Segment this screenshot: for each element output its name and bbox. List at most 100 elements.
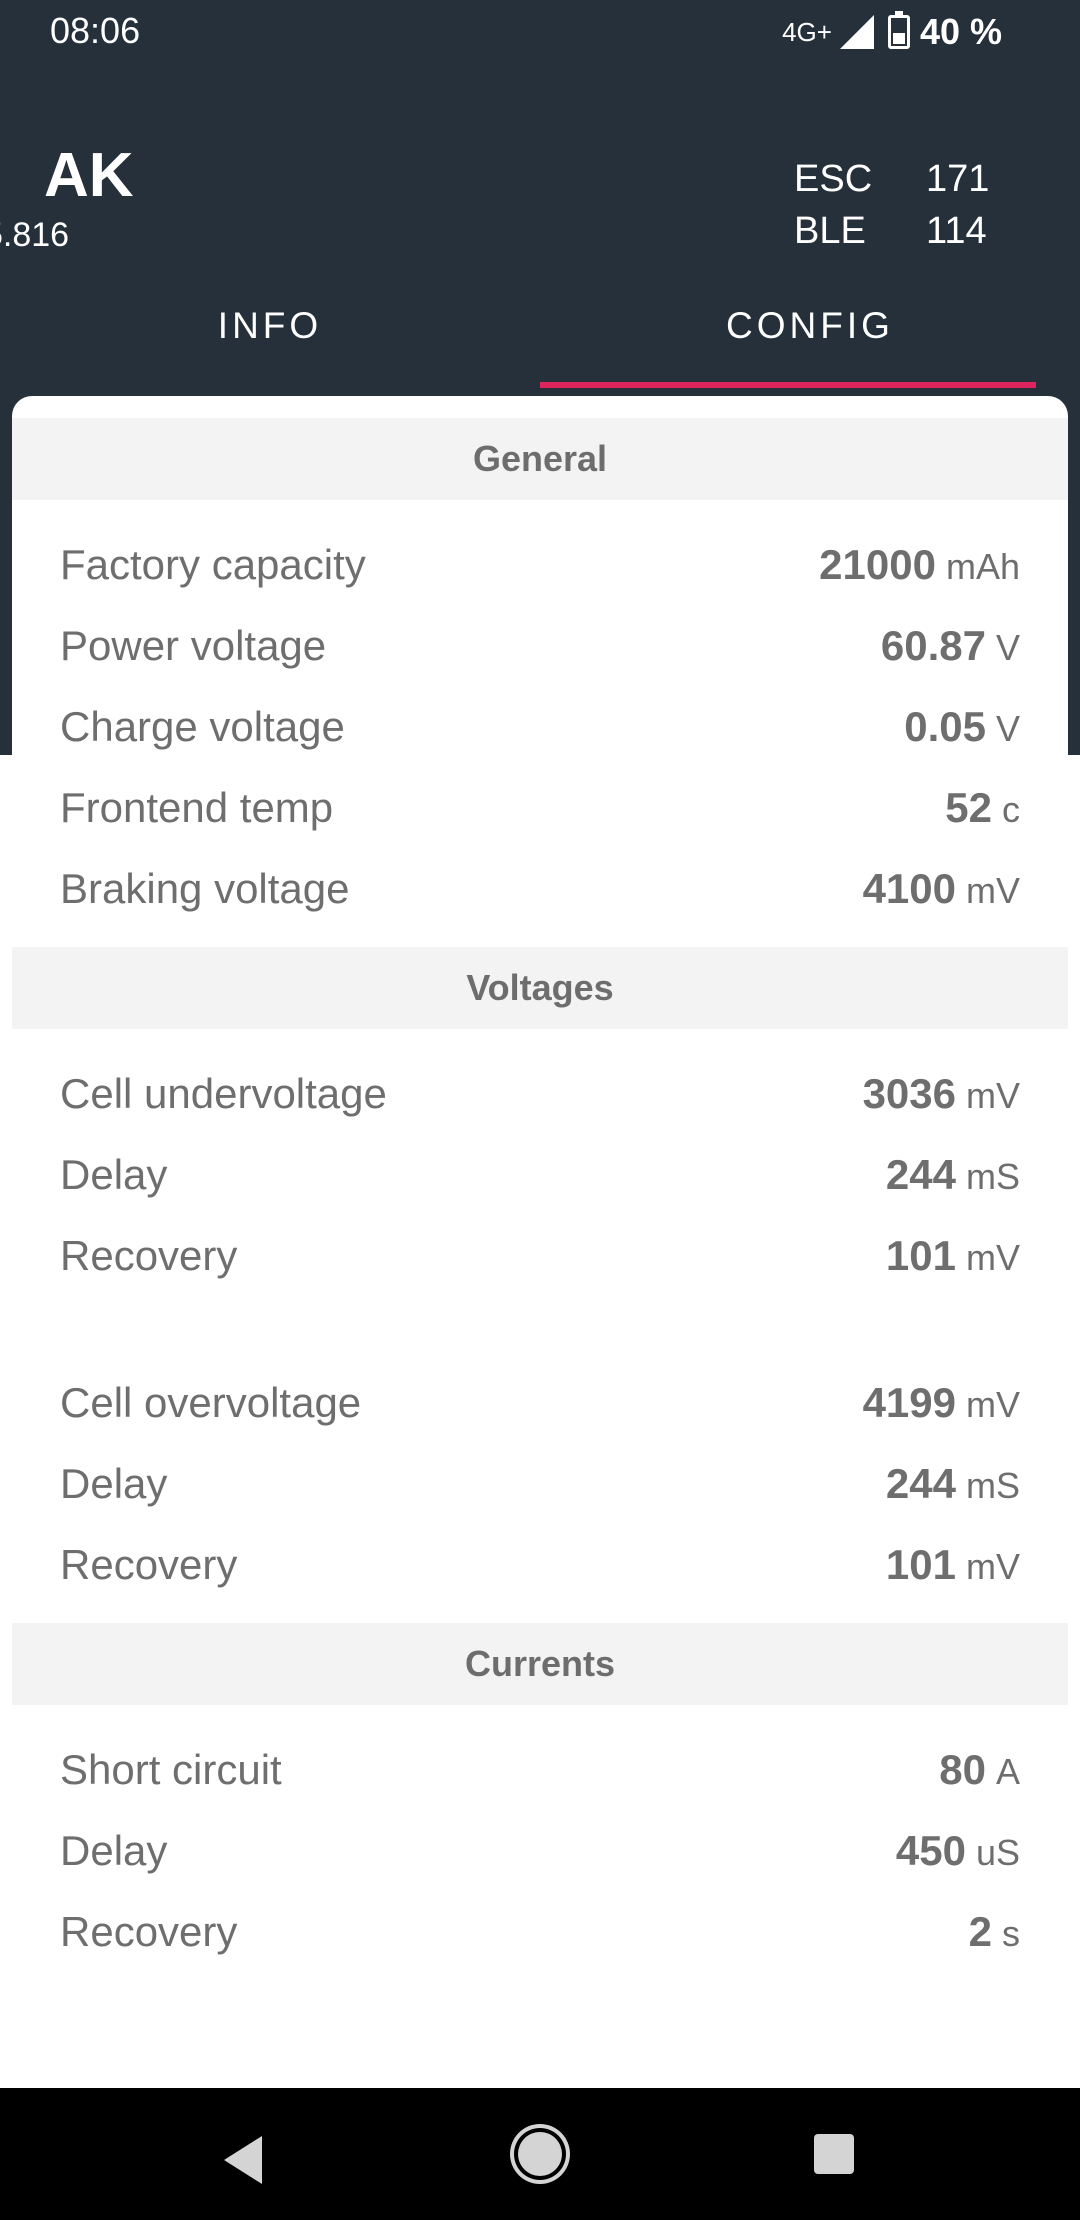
row-factory-capacity: Factory capacity 21000 mAh xyxy=(12,524,1068,605)
voltages-rows: Cell undervoltage 3036 mV Delay 244 mS Rec… xyxy=(12,1029,1068,1623)
network-type: 4G+ xyxy=(782,16,832,47)
value-number: 0.05 xyxy=(904,702,986,750)
esc-label: ESC xyxy=(794,158,873,200)
value-unit: mV xyxy=(966,1383,1020,1425)
battery-percent: 40 % xyxy=(919,11,1002,52)
value-unit: mS xyxy=(966,1155,1020,1197)
value-number: 3036 xyxy=(862,1069,956,1117)
row-value: 80 A xyxy=(939,1746,1020,1794)
row-value: 450 uS xyxy=(896,1827,1020,1875)
row-label: Cell overvoltage xyxy=(60,1378,362,1426)
row-cell-undervoltage: Cell undervoltage 3036 mV xyxy=(12,1053,1068,1134)
section-header-general: General xyxy=(12,418,1068,500)
value-number: 244 xyxy=(885,1150,956,1198)
row-label: Delay xyxy=(60,1150,168,1198)
value-unit: mS xyxy=(966,1464,1020,1506)
value-number: 4199 xyxy=(862,1378,956,1426)
ble-value: 114 xyxy=(926,210,987,252)
row-label: Delay xyxy=(60,1459,168,1507)
row-short-circuit-delay: Delay 450 uS xyxy=(12,1810,1068,1891)
row-label: Short circuit xyxy=(60,1745,282,1793)
recents-icon[interactable] xyxy=(814,2134,854,2174)
system-nav-bar xyxy=(0,2088,1080,2220)
row-value: 101 mV xyxy=(886,1541,1020,1589)
row-label: Factory capacity xyxy=(60,540,366,588)
value-number: 101 xyxy=(885,1231,956,1279)
value-unit: V xyxy=(995,707,1020,749)
ble-version: BLE 114 xyxy=(794,210,987,253)
row-value: 21000 mAh xyxy=(819,541,1020,589)
ble-label: BLE xyxy=(794,210,866,252)
row-frontend-temp: Frontend temp 52 c xyxy=(12,767,1068,848)
section-header-currents: Currents xyxy=(12,1623,1068,1705)
currents-rows: Short circuit 80 A Delay 450 uS Recovery 2… xyxy=(12,1705,1068,1990)
row-value: 244 mS xyxy=(886,1151,1020,1199)
row-overvoltage-recovery: Recovery 101 mV xyxy=(12,1524,1068,1605)
status-icons: 4G+ 40 % xyxy=(782,10,1002,54)
tab-config[interactable]: CONFIG xyxy=(540,290,1080,390)
esc-value: 171 xyxy=(926,158,990,200)
value-unit: V xyxy=(995,626,1020,668)
row-cell-overvoltage: Cell overvoltage 4199 mV xyxy=(12,1362,1068,1443)
value-unit: mV xyxy=(966,869,1020,911)
value-unit: A xyxy=(995,1750,1020,1792)
row-value: 3036 mV xyxy=(863,1070,1020,1118)
value-unit: mV xyxy=(966,1074,1020,1116)
value-number: 21000 xyxy=(819,540,936,588)
row-label: Recovery xyxy=(60,1907,238,1955)
row-label: Braking voltage xyxy=(60,864,350,912)
row-braking-voltage: Braking voltage 4100 mV xyxy=(12,848,1068,929)
value-unit: mV xyxy=(966,1236,1020,1278)
value-unit: uS xyxy=(975,1831,1020,1873)
tab-info[interactable]: INFO xyxy=(0,290,540,390)
value-number: 4100 xyxy=(862,864,956,912)
signal-icon xyxy=(839,15,874,49)
row-undervoltage-delay: Delay 244 mS xyxy=(12,1134,1068,1215)
row-short-circuit-recovery: Recovery 2s xyxy=(12,1891,1068,1972)
row-label: Recovery xyxy=(60,1540,238,1588)
home-icon[interactable] xyxy=(518,2132,562,2176)
value-unit: mV xyxy=(966,1545,1020,1587)
row-power-voltage: Power voltage 60.87 V xyxy=(12,605,1068,686)
value-unit: c xyxy=(1002,788,1020,830)
value-number: 101 xyxy=(885,1540,956,1588)
status-bar: 08:06 4G+ 40 % xyxy=(0,0,1080,64)
tab-indicator xyxy=(540,382,1036,388)
value-unit: s xyxy=(1002,1912,1020,1954)
general-rows: Factory capacity 21000 mAh Power voltage … xyxy=(12,500,1068,947)
row-value: 244 mS xyxy=(886,1460,1020,1508)
value-number: 244 xyxy=(885,1459,956,1507)
value-number: 80 xyxy=(939,1745,986,1793)
config-card: General Factory capacity 21000 mAh Power … xyxy=(12,396,1068,2088)
row-undervoltage-recovery: Recovery 101 mV xyxy=(12,1215,1068,1296)
tab-bar: INFO CONFIG xyxy=(0,290,1080,390)
device-name: AK xyxy=(44,141,134,210)
row-label: Frontend temp xyxy=(60,783,334,831)
row-label: Charge voltage xyxy=(60,702,345,750)
row-short-circuit: Short circuit 80 A xyxy=(12,1729,1068,1810)
row-overvoltage-delay: Delay 244 mS xyxy=(12,1443,1068,1524)
back-icon[interactable] xyxy=(224,2136,262,2184)
row-value: 60.87 V xyxy=(881,622,1020,670)
value-number: 52 xyxy=(945,783,992,831)
row-label: Cell undervoltage xyxy=(60,1069,387,1117)
row-label: Power voltage xyxy=(60,621,327,669)
value-number: 450 xyxy=(895,1826,966,1874)
row-label: Delay xyxy=(60,1826,168,1874)
row-value: 0.05 V xyxy=(904,703,1020,751)
section-header-voltages: Voltages xyxy=(12,947,1068,1029)
row-value: 4100 mV xyxy=(863,865,1020,913)
row-value: 101 mV xyxy=(886,1232,1020,1280)
value-number: 2 xyxy=(968,1907,992,1955)
device-version: 5.816 xyxy=(0,216,70,254)
status-time: 08:06 xyxy=(50,10,141,51)
value-number: 60.87 xyxy=(880,621,986,669)
value-unit: mAh xyxy=(945,545,1020,587)
battery-icon xyxy=(887,11,910,49)
row-charge-voltage: Charge voltage 0.05 V xyxy=(12,686,1068,767)
row-label: Recovery xyxy=(60,1231,238,1279)
esc-version: ESC 171 xyxy=(794,158,989,201)
row-value: 52 c xyxy=(945,784,1020,832)
row-value: 4199 mV xyxy=(863,1379,1020,1427)
